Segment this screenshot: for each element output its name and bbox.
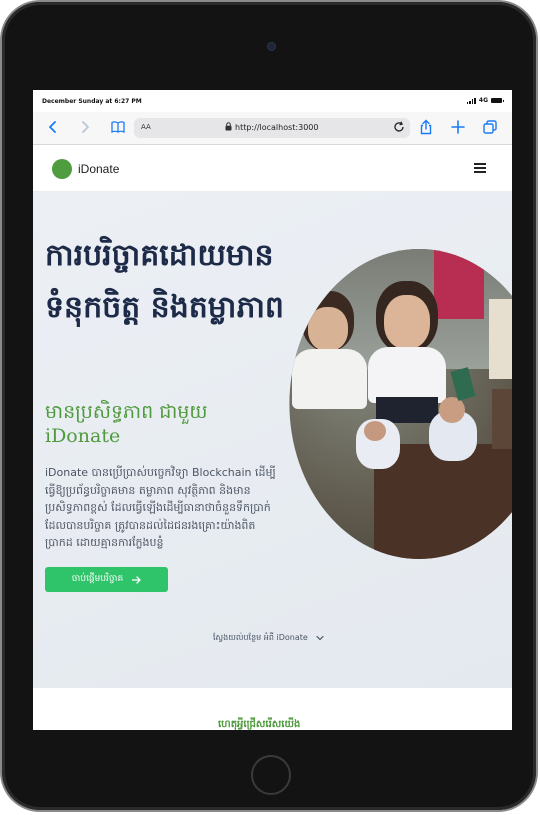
learn-more-link[interactable]: ស្វែងយល់បន្ថែម អំពី iDonate xyxy=(213,632,324,644)
home-button[interactable] xyxy=(251,755,291,795)
tabs-icon[interactable] xyxy=(482,119,498,135)
status-time: December Sunday at 6:27 PM xyxy=(42,98,142,105)
brand-name[interactable]: iDonate xyxy=(78,162,119,176)
front-camera xyxy=(267,42,276,51)
forward-icon[interactable] xyxy=(77,119,93,135)
hero-title: ការបរិច្ចាគដោយមានទំនុកចិត្ត និងតម្លាភាព xyxy=(45,238,284,325)
text-size-button[interactable]: AA xyxy=(141,123,151,131)
reload-icon[interactable] xyxy=(392,120,406,134)
tablet-frame: December Sunday at 6:27 PM 4G AA http://… xyxy=(2,2,536,810)
hero-photo-children xyxy=(289,249,512,559)
signal-icon xyxy=(466,97,476,104)
address-bar[interactable]: AA http://localhost:3000 xyxy=(134,118,410,138)
bookmarks-icon[interactable] xyxy=(110,119,126,135)
lock-icon xyxy=(225,122,232,131)
learn-more-label: ស្វែងយល់បន្ថែម អំពី iDonate xyxy=(213,633,308,642)
share-icon[interactable] xyxy=(418,119,434,135)
url-text: http://localhost:3000 xyxy=(235,123,319,132)
browser-toolbar: AA http://localhost:3000 xyxy=(33,112,512,145)
hero-subtitle: មានប្រសិទ្ធភាព ជាមួយ iDonate xyxy=(45,401,208,447)
arrow-right-icon xyxy=(132,575,141,584)
menu-icon[interactable] xyxy=(474,163,486,173)
section-title: ហេតុអ្វីជ្រើសរើសយើង xyxy=(218,719,301,730)
network-label: 4G xyxy=(478,97,488,104)
hero-section: ការបរិច្ចាគដោយមានទំនុកចិត្ត និងតម្លាភាព … xyxy=(33,192,512,688)
new-tab-icon[interactable] xyxy=(450,119,466,135)
cta-label: ចាប់ផ្តើមបរិច្ចាគ xyxy=(71,574,124,584)
logo-icon[interactable] xyxy=(52,159,72,179)
chevron-down-icon xyxy=(316,635,324,641)
start-donating-button[interactable]: ចាប់ផ្តើមបរិច្ចាគ xyxy=(45,567,168,592)
screen: December Sunday at 6:27 PM 4G AA http://… xyxy=(33,90,512,730)
why-choose-section: ហេតុអ្វីជ្រើសរើសយើង xyxy=(33,688,512,730)
hero-description: iDonate បានប្រើប្រាស់បច្ចេកវិទ្យា Blockc… xyxy=(45,466,276,549)
back-icon[interactable] xyxy=(45,119,61,135)
status-bar: December Sunday at 6:27 PM 4G xyxy=(33,90,512,112)
site-header: iDonate xyxy=(33,145,512,192)
battery-icon xyxy=(491,98,504,103)
